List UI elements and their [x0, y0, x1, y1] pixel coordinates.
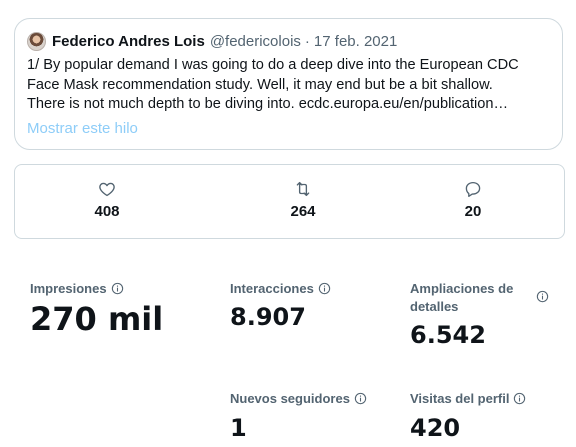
- metric-value: 1: [230, 414, 247, 442]
- retweets-button[interactable]: 264: [263, 180, 343, 220]
- show-thread-link[interactable]: Mostrar este hilo: [27, 120, 138, 137]
- retweets-count: 264: [290, 203, 316, 220]
- info-icon[interactable]: [111, 282, 124, 295]
- info-icon[interactable]: [536, 290, 549, 303]
- metric-label: Nuevos seguidores: [230, 391, 350, 406]
- info-icon[interactable]: [318, 282, 331, 295]
- metric-label: Visitas del perfil: [410, 391, 510, 406]
- metric-interactions: Interacciones 8.907: [230, 280, 331, 331]
- reply-icon: [465, 181, 481, 197]
- replies-button[interactable]: 20: [433, 180, 513, 220]
- metric-value: 270 mil: [30, 300, 164, 338]
- author-handle[interactable]: @federicolois: [210, 33, 301, 50]
- metric-label: Ampliaciones de: [410, 281, 514, 296]
- heart-icon: [99, 182, 115, 197]
- metric-impressions: Impresiones 270 mil: [30, 280, 163, 338]
- info-icon[interactable]: [513, 392, 526, 405]
- metric-value: 8.907: [230, 303, 306, 331]
- tweet-text-line: Face Mask recommendation study. Well, it…: [27, 76, 493, 93]
- tweet-text-line: 1/ By popular demand I was going to do a…: [27, 57, 519, 73]
- tweet-text: 1/ By popular demand I was going to do a…: [27, 56, 552, 115]
- metric-label: Interacciones: [230, 281, 314, 296]
- engagement-card: 408 264 20: [14, 164, 565, 239]
- tweet-card[interactable]: Federico Andres Lois @federicolois · 17 …: [14, 18, 563, 150]
- metric-new-followers: Nuevos seguidores 1: [230, 390, 367, 442]
- metric-value: 6.542: [410, 321, 486, 349]
- separator-dot: ·: [304, 33, 310, 50]
- tweet-date[interactable]: 17 feb. 2021: [314, 33, 397, 50]
- likes-count: 408: [94, 203, 120, 220]
- avatar[interactable]: [27, 32, 46, 51]
- retweet-icon: [296, 181, 310, 197]
- metric-label: Impresiones: [30, 281, 107, 296]
- metric-value: 420: [410, 414, 461, 442]
- likes-button[interactable]: 408: [67, 180, 147, 220]
- author-name[interactable]: Federico Andres Lois: [52, 33, 205, 50]
- info-icon[interactable]: [354, 392, 367, 405]
- tweet-header: Federico Andres Lois @federicolois · 17 …: [27, 32, 397, 51]
- tweet-text-line: There is not much depth to be diving int…: [27, 96, 509, 112]
- metric-profile-visits: Visitas del perfil 420: [410, 390, 526, 442]
- metric-label: detalles: [410, 299, 459, 314]
- replies-count: 20: [464, 203, 482, 220]
- metric-detail-expands: Ampliaciones de detalles 6.542: [410, 280, 550, 349]
